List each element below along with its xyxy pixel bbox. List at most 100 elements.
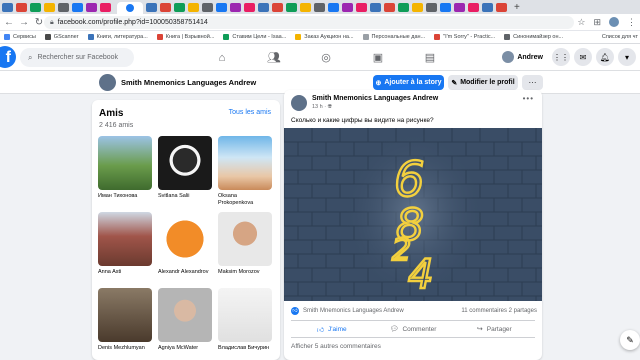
- browser-tab[interactable]: [160, 2, 171, 12]
- menu-grid-icon[interactable]: ⋮⋮: [552, 48, 570, 66]
- bookmark-item[interactable]: GScanner: [44, 34, 79, 40]
- browser-tab[interactable]: [100, 2, 111, 12]
- facebook-logo[interactable]: f: [0, 46, 16, 68]
- browser-tab[interactable]: [468, 2, 479, 12]
- friend-tile[interactable]: Oksana Prokopenkova: [218, 136, 272, 212]
- bookmark-item[interactable]: Синонимайзер он...: [504, 34, 563, 40]
- friend-name[interactable]: Svitlana Salii: [158, 193, 212, 200]
- browser-tab[interactable]: [146, 2, 157, 12]
- bookmark-item[interactable]: Ставим Цели - Isaa...: [223, 34, 286, 40]
- friend-photo[interactable]: [218, 212, 272, 266]
- share-button[interactable]: ↪ Partager: [454, 321, 535, 337]
- browser-tab[interactable]: [440, 2, 451, 12]
- friend-name[interactable]: Maksim Morozov: [218, 269, 272, 276]
- friends-icon[interactable]: 👥︎: [248, 48, 300, 67]
- account-menu-icon[interactable]: ▾: [618, 48, 636, 66]
- home-icon[interactable]: ⌂: [196, 48, 248, 67]
- audience-icon[interactable]: 🌐︎: [328, 104, 332, 110]
- browser-tab[interactable]: [216, 2, 227, 12]
- friend-tile[interactable]: Иман Тихонова: [98, 136, 152, 212]
- bookmark-item[interactable]: "I'm Sorry" - Practic...: [434, 34, 495, 40]
- friend-photo[interactable]: [158, 288, 212, 342]
- friend-tile[interactable]: Svitlana Salii: [158, 136, 212, 212]
- tab-facebook[interactable]: [117, 2, 143, 14]
- browser-tab[interactable]: [356, 2, 367, 12]
- browser-tab[interactable]: [230, 2, 241, 12]
- bookmark-item[interactable]: Книги, литература...: [87, 34, 148, 40]
- friend-name[interactable]: Oksana Prokopenkova: [218, 193, 272, 207]
- friend-name[interactable]: Denis Mezhlumyan: [98, 345, 152, 352]
- browser-tab[interactable]: [286, 2, 297, 12]
- groups-icon[interactable]: ◎: [300, 48, 352, 67]
- browser-tab[interactable]: [454, 2, 465, 12]
- browser-tab[interactable]: [72, 2, 83, 12]
- browser-tab[interactable]: [314, 2, 325, 12]
- browser-tab[interactable]: [300, 2, 311, 12]
- friend-photo[interactable]: [218, 288, 272, 342]
- post-time[interactable]: 13 h ·: [312, 104, 328, 110]
- add-story-button[interactable]: ⊕ Ajouter à la story: [373, 75, 444, 90]
- browser-tab[interactable]: [30, 2, 41, 12]
- more-comments-link[interactable]: Afficher 5 autres commentaires: [291, 343, 381, 350]
- browser-tab[interactable]: [370, 2, 381, 12]
- profile-name[interactable]: Smith Mnemonics Languages Andrew: [121, 78, 256, 87]
- messenger-icon[interactable]: ✉: [574, 48, 592, 66]
- pages-icon[interactable]: ▣: [352, 48, 404, 67]
- bookmark-item[interactable]: Книга | Взрывной...: [156, 34, 214, 40]
- post-author[interactable]: Smith Mnemonics Languages Andrew: [312, 95, 438, 102]
- browser-tab[interactable]: [86, 2, 97, 12]
- friend-name[interactable]: Agniya McWater: [158, 345, 212, 352]
- more-button[interactable]: ···: [522, 75, 543, 90]
- friend-photo[interactable]: [218, 136, 272, 190]
- browser-tab[interactable]: [258, 2, 269, 12]
- friend-tile[interactable]: Alexandr Alexandrov: [158, 212, 212, 288]
- browser-tab[interactable]: [58, 2, 69, 12]
- post-options-icon[interactable]: •••: [523, 94, 534, 103]
- friend-photo[interactable]: [98, 136, 152, 190]
- bookmark-star-icon[interactable]: ☆: [577, 17, 585, 28]
- reading-list[interactable]: Список для чт: [597, 34, 638, 40]
- friend-tile[interactable]: Maksim Morozov: [218, 212, 272, 288]
- friend-name[interactable]: Alexandr Alexandrov: [158, 269, 212, 276]
- extensions-icon[interactable]: ⊞: [593, 17, 601, 28]
- browser-tab[interactable]: [2, 2, 13, 12]
- friend-photo[interactable]: [98, 212, 152, 266]
- friend-tile[interactable]: Agniya McWater: [158, 288, 212, 360]
- like-button[interactable]: 👍︎ J'aime: [291, 321, 372, 337]
- browser-tab[interactable]: [244, 2, 255, 12]
- friend-name[interactable]: Anna Asti: [98, 269, 152, 276]
- search-input[interactable]: ⌕ Rechercher sur Facebook: [20, 48, 134, 67]
- browser-tab[interactable]: [188, 2, 199, 12]
- post-author-avatar[interactable]: [291, 95, 307, 111]
- browser-tab[interactable]: [342, 2, 353, 12]
- browser-tab[interactable]: [398, 2, 409, 12]
- friend-photo[interactable]: [158, 212, 212, 266]
- see-all-friends-link[interactable]: Tous les amis: [229, 109, 271, 116]
- friend-tile[interactable]: Anna Asti: [98, 212, 152, 288]
- back-icon[interactable]: ←: [3, 17, 15, 28]
- account-icon[interactable]: [609, 17, 619, 27]
- bookmark-item[interactable]: Заказ Аукцион на...: [295, 34, 354, 40]
- forward-icon[interactable]: →: [18, 17, 30, 28]
- post-image[interactable]: 6 8 2 4: [284, 128, 542, 301]
- friend-name[interactable]: Владислав Бичурин: [218, 345, 272, 352]
- friend-tile[interactable]: Владислав Бичурин: [218, 288, 272, 360]
- browser-tab[interactable]: [482, 2, 493, 12]
- browser-tab[interactable]: [44, 2, 55, 12]
- browser-tab[interactable]: [174, 2, 185, 12]
- browser-tab[interactable]: [16, 2, 27, 12]
- bookmark-item[interactable]: Сервисы: [4, 34, 36, 40]
- browser-tab[interactable]: [412, 2, 423, 12]
- friend-photo[interactable]: [158, 136, 212, 190]
- browser-tab[interactable]: [496, 2, 507, 12]
- browser-tab[interactable]: [426, 2, 437, 12]
- friend-name[interactable]: Иман Тихонова: [98, 193, 152, 200]
- browser-tab[interactable]: [272, 2, 283, 12]
- profile-shortcut[interactable]: Andrew: [500, 48, 548, 66]
- comments-shares[interactable]: 11 commentaires 2 partages: [461, 308, 537, 314]
- gaming-icon[interactable]: ▤: [404, 48, 456, 67]
- friend-photo[interactable]: [98, 288, 152, 342]
- browser-tab[interactable]: [202, 2, 213, 12]
- comment-button[interactable]: 💬︎ Commenter: [372, 321, 453, 337]
- new-tab-icon[interactable]: +: [514, 2, 520, 13]
